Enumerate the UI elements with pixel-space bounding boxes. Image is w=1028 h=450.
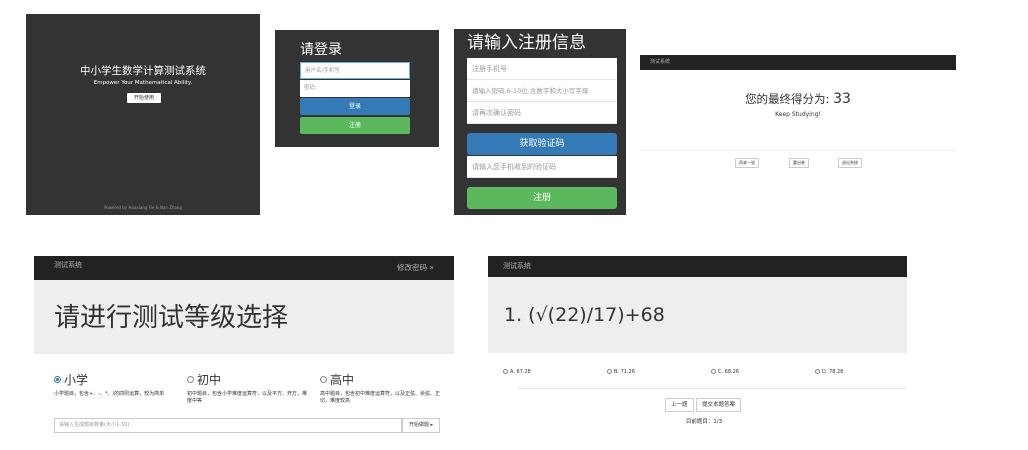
choice-label: D. 78.28 [822, 369, 844, 375]
level-select-panel: 测试系统 修改密码 » 请进行测试等级选择 小学 小学题目，包含+、-、*、/的… [34, 256, 454, 438]
username-input[interactable]: 用户名/手机号 [300, 62, 410, 79]
start-quiz-button[interactable]: 开始做题 ▸ [402, 418, 440, 433]
radio-icon[interactable] [54, 376, 61, 383]
level-description: 小学题目，包含+、-、*、/的四则运算，较为简单 [54, 391, 165, 397]
radio-icon[interactable] [187, 376, 194, 383]
exit-button[interactable]: 退出系统 [838, 158, 862, 168]
radio-icon[interactable] [711, 369, 716, 374]
level-option-middle[interactable]: 初中 [187, 372, 221, 388]
level-option-high[interactable]: 高中 [320, 372, 354, 388]
login-button[interactable]: 登录 [300, 98, 410, 115]
register-heading: 请输入注册信息 [467, 33, 586, 53]
nav-brand[interactable]: 测试系统 [503, 262, 531, 270]
password-input[interactable]: 密码 [300, 80, 410, 97]
question-panel: 测试系统 1. (√(22)/17)+68 A. 67.28 B. 71.26 … [488, 256, 907, 432]
question-text: 1. (√(22)/17)+68 [504, 304, 665, 326]
register-panel: 请输入注册信息 注册手机号 请输入密码,6-10位,含数字和大小写字母 请再次确… [454, 29, 626, 215]
score-value: 33 [833, 91, 851, 107]
login-panel: 请登录 用户名/手机号 密码 登录 注册 [275, 30, 439, 147]
splash-screen: 中小学生数学计算测试系统 Empower Your Mathematical A… [26, 14, 260, 215]
choice-c[interactable]: C. 68.26 [711, 368, 739, 376]
radio-icon[interactable] [815, 369, 820, 374]
page-title: 请进行测试等级选择 [54, 303, 289, 333]
score-message: Keep Studying! [775, 111, 821, 118]
score-line: 您的最终得分为: 33 [640, 91, 956, 107]
choice-label: C. 68.26 [718, 369, 739, 375]
question-count-input[interactable]: 请输入生成题目数量(大小1-30) [54, 418, 402, 433]
submit-answer-button[interactable]: 提交本题答案 [696, 398, 742, 412]
login-heading: 请登录 [300, 42, 342, 58]
level-description: 高中题目，包含初中难度运算符，以及正弦、余弦、正切，难度较高 [320, 391, 441, 404]
jumbotron: 1. (√(22)/17)+68 [488, 277, 907, 353]
start-button[interactable]: 开始使用 [127, 93, 161, 103]
verification-code-input[interactable]: 请输入您手机收到的验证码 [467, 156, 617, 178]
choice-b[interactable]: B. 71.26 [607, 368, 635, 376]
score-label: 您的最终得分为: [745, 92, 830, 106]
choice-label: B. 71.26 [614, 369, 635, 375]
phone-input[interactable]: 注册手机号 [467, 58, 617, 80]
new-paper-button[interactable]: 重出卷 [789, 158, 809, 168]
splash-title: 中小学生数学计算测试系统 [80, 65, 206, 77]
register-submit-button[interactable]: 注册 [467, 187, 617, 209]
confirm-password-input[interactable]: 请再次确认密码 [467, 102, 617, 124]
jumbotron: 请进行测试等级选择 [34, 280, 454, 354]
change-password-link[interactable]: 修改密码 » [397, 261, 434, 275]
navbar: 测试系统 [488, 256, 907, 277]
get-code-button[interactable]: 获取验证码 [467, 133, 617, 155]
splash-subtitle: Empower Your Mathematical Ability. [93, 80, 193, 86]
splash-footer: Powered by Huaxiang Fie & Nan Zhang [103, 205, 183, 210]
choice-a[interactable]: A. 67.28 [503, 368, 531, 376]
nav-brand[interactable]: 测试系统 [650, 59, 670, 65]
radio-icon[interactable] [503, 369, 508, 374]
choice-d[interactable]: D. 78.28 [815, 368, 843, 376]
register-button[interactable]: 注册 [300, 117, 410, 134]
radio-icon[interactable] [607, 369, 612, 374]
retry-button[interactable]: 再来一张 [735, 158, 759, 168]
navbar: 测试系统 [640, 55, 956, 70]
result-actions: 再来一张 重出卷 退出系统 [640, 150, 956, 170]
level-label: 小学 [64, 373, 89, 387]
current-question-indicator: 目前题目：1/3 [685, 419, 723, 425]
choice-label: A. 67.28 [510, 369, 531, 375]
level-description: 初中题目，包含小学难度运算符，以及平方、开方，难度中等 [187, 391, 308, 404]
result-panel: 测试系统 您的最终得分为: 33 Keep Studying! [640, 55, 956, 157]
level-option-primary[interactable]: 小学 [54, 372, 88, 388]
level-label: 初中 [197, 373, 222, 387]
nav-brand[interactable]: 测试系统 [54, 258, 82, 272]
prev-question-button[interactable]: 上一题 [665, 398, 694, 412]
level-label: 高中 [330, 373, 355, 387]
password-input[interactable]: 请输入密码,6-10位,含数字和大小写字母 [467, 80, 617, 102]
navbar: 测试系统 修改密码 » [34, 256, 454, 280]
radio-icon[interactable] [320, 376, 327, 383]
divider [518, 388, 907, 389]
